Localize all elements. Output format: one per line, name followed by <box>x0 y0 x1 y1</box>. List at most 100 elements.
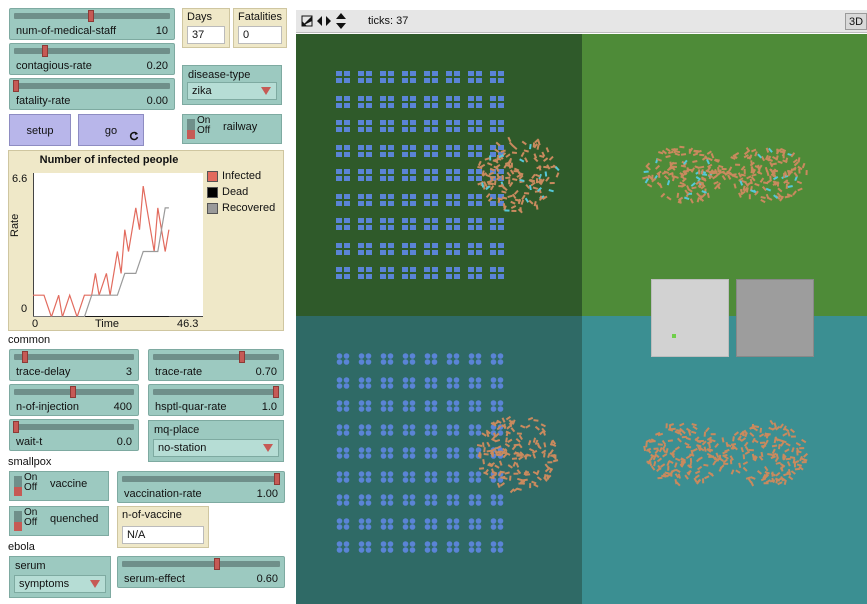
wait-t-slider[interactable]: wait-t 0.0 <box>9 419 139 451</box>
person-marker <box>497 197 501 203</box>
n-of-injection-slider[interactable]: n-of-injection 400 <box>9 384 139 416</box>
slider-thumb[interactable] <box>13 80 19 92</box>
person-marker <box>477 165 483 170</box>
setup-button[interactable]: setup <box>9 114 71 146</box>
person-marker <box>735 469 741 474</box>
slider-label: n-of-injection <box>16 401 79 413</box>
quenched-switch[interactable]: On Off quenched <box>9 506 109 536</box>
person-marker <box>680 153 687 156</box>
person-marker <box>505 437 508 443</box>
serum-chooser[interactable]: serum symptoms <box>9 556 111 598</box>
person-marker <box>742 461 749 466</box>
person-marker <box>680 460 686 464</box>
slider-value: 0.0 <box>116 436 132 448</box>
switch-knob <box>14 522 22 531</box>
person-marker <box>488 171 495 176</box>
slider-value: 1.0 <box>261 401 277 413</box>
person-marker <box>643 170 649 173</box>
person-marker <box>542 157 549 162</box>
person-marker <box>797 157 801 163</box>
person-marker <box>543 452 546 458</box>
fatality-rate-slider[interactable]: fatality-rate 0.00 <box>9 78 175 110</box>
slider-track <box>122 476 280 482</box>
vaccination-rate-slider[interactable]: vaccination-rate 1.00 <box>117 471 285 503</box>
person-marker <box>546 164 551 170</box>
num-of-medical-staff-slider[interactable]: num-of-medical-staff 10 <box>9 8 175 40</box>
person-marker <box>694 470 701 475</box>
person-marker <box>758 433 765 438</box>
person-marker <box>674 446 680 451</box>
person-marker <box>676 437 682 443</box>
person-marker <box>754 151 758 157</box>
person-marker <box>654 448 660 455</box>
chooser-value[interactable]: symptoms <box>14 575 106 593</box>
disease-type-chooser[interactable]: disease-type zika <box>182 65 282 105</box>
railway-switch[interactable]: On Off railway <box>182 114 282 144</box>
legend-swatch <box>207 203 218 214</box>
horizontal-arrows-icon[interactable] <box>317 15 331 27</box>
person-marker <box>502 451 508 455</box>
person-marker <box>484 157 490 161</box>
trace-delay-slider[interactable]: trace-delay 3 <box>9 349 139 381</box>
switch-off-label: Off <box>24 517 38 528</box>
person-marker <box>775 461 781 465</box>
slider-thumb[interactable] <box>42 45 48 57</box>
serum-effect-slider[interactable]: serum-effect 0.60 <box>117 556 285 588</box>
slider-thumb[interactable] <box>239 351 245 363</box>
person-marker <box>543 442 547 448</box>
person-marker <box>519 178 525 182</box>
slider-thumb[interactable] <box>22 351 28 363</box>
slider-value: 3 <box>125 366 132 378</box>
person-marker <box>768 426 774 431</box>
person-marker <box>489 185 495 191</box>
trace-rate-slider[interactable]: trace-rate 0.70 <box>148 349 284 381</box>
person-marker <box>524 157 529 163</box>
person-marker <box>759 427 763 433</box>
chooser-value[interactable]: no-station <box>153 439 279 457</box>
person-marker <box>699 165 705 169</box>
person-marker <box>769 419 774 426</box>
vaccine-switch[interactable]: On Off vaccine <box>9 471 109 501</box>
person-marker <box>477 160 482 167</box>
person-marker <box>704 475 710 480</box>
contagious-rate-slider[interactable]: contagious-rate 0.20 <box>9 43 175 75</box>
person-marker <box>677 196 684 202</box>
person-marker <box>794 467 800 471</box>
person-marker <box>764 465 769 472</box>
resize-icon[interactable] <box>301 15 313 27</box>
slider-thumb[interactable] <box>13 421 19 433</box>
vertical-arrows-icon[interactable] <box>335 13 347 29</box>
person-marker <box>519 158 525 163</box>
person-marker <box>689 453 695 457</box>
hsptl-quar-rate-slider[interactable]: hsptl-quar-rate 1.0 <box>148 384 284 416</box>
person-marker <box>515 198 521 202</box>
go-button[interactable]: go <box>78 114 144 146</box>
person-marker <box>527 439 532 446</box>
chooser-label: mq-place <box>154 424 200 436</box>
person-marker <box>525 183 531 190</box>
person-marker <box>760 198 766 204</box>
person-marker <box>744 431 748 438</box>
view-3d-button[interactable]: 3D <box>845 13 867 30</box>
person-marker <box>769 168 774 174</box>
person-marker <box>491 473 497 478</box>
person-marker <box>765 479 771 484</box>
chooser-value[interactable]: zika <box>187 82 277 100</box>
slider-thumb[interactable] <box>273 386 279 398</box>
person-marker <box>533 157 539 163</box>
mq-place-chooser[interactable]: mq-place no-station <box>148 420 284 462</box>
person-marker <box>505 161 511 165</box>
person-marker <box>712 460 717 466</box>
slider-thumb[interactable] <box>274 473 280 485</box>
slider-thumb[interactable] <box>88 10 94 22</box>
person-marker <box>501 196 508 200</box>
person-marker <box>535 204 539 210</box>
slider-thumb[interactable] <box>214 558 220 570</box>
person-marker <box>772 182 778 186</box>
chooser-selected: no-station <box>158 442 207 454</box>
person-marker <box>502 453 508 459</box>
person-marker <box>481 182 485 188</box>
person-marker <box>662 447 667 454</box>
slider-thumb[interactable] <box>70 386 76 398</box>
person-marker <box>664 471 670 475</box>
